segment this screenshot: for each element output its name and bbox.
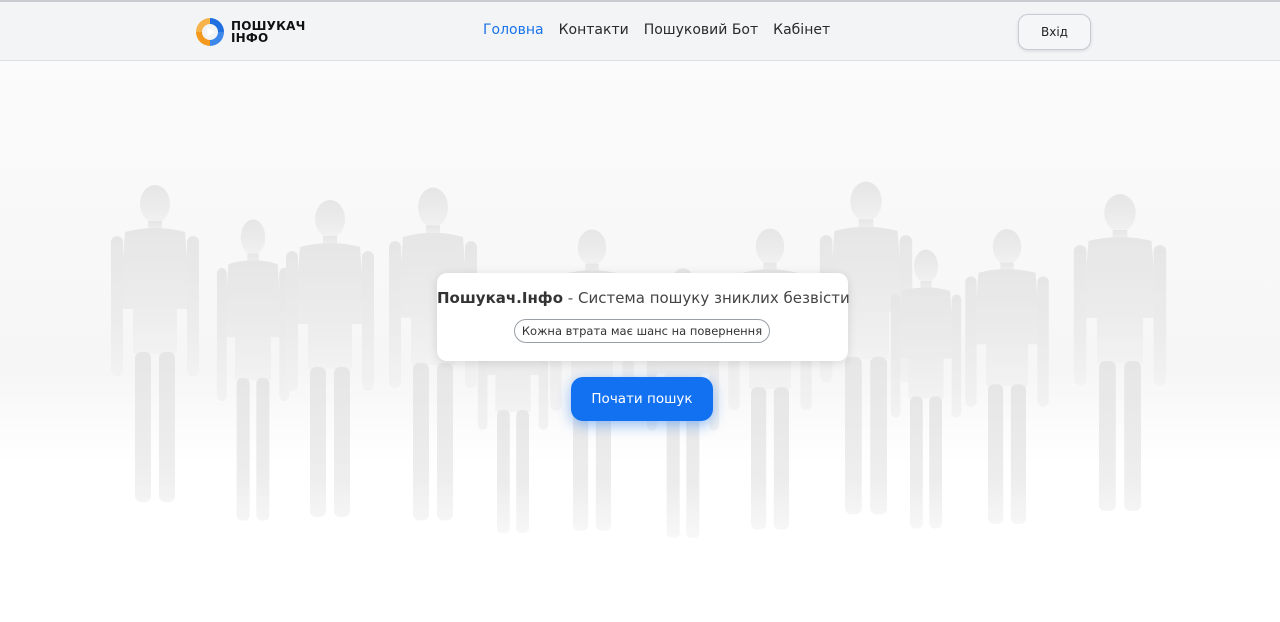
main-nav: Головна Контакти Пошуковий Бот Кабінет: [483, 22, 845, 38]
hero-title-text: Система пошуку зниклих безвісти: [577, 289, 850, 307]
hero-separator: -: [567, 289, 574, 307]
hero-tagline-badge: Кожна втрата має шанс на повернення: [514, 319, 770, 343]
page: ПОШУКАЧ ІНФО Головна Контакти Пошуковий …: [0, 0, 1280, 622]
hero-brand: Пошукач.Інфо: [437, 289, 563, 307]
start-search-button[interactable]: Почати пошук: [571, 377, 713, 421]
logo-arrows-icon: [193, 15, 227, 49]
site-header: ПОШУКАЧ ІНФО Головна Контакти Пошуковий …: [0, 0, 1280, 61]
hero-section: Пошукач.Інфо - Система пошуку зниклих бе…: [0, 61, 1280, 622]
hero-card: Пошукач.Інфо - Система пошуку зниклих бе…: [437, 273, 850, 361]
logo-line-2: ІНФО: [231, 31, 269, 45]
nav-item-home[interactable]: Головна: [483, 22, 544, 38]
nav-item-search-bot[interactable]: Пошуковий Бот: [644, 22, 758, 38]
login-button[interactable]: Вхід: [1018, 14, 1091, 50]
site-logo[interactable]: ПОШУКАЧ ІНФО: [193, 14, 306, 50]
nav-item-cabinet[interactable]: Кабінет: [773, 22, 830, 38]
hero-title: Пошукач.Інфо - Система пошуку зниклих бе…: [437, 289, 850, 307]
nav-item-contacts[interactable]: Контакти: [559, 22, 629, 38]
logo-text: ПОШУКАЧ ІНФО: [231, 20, 306, 44]
